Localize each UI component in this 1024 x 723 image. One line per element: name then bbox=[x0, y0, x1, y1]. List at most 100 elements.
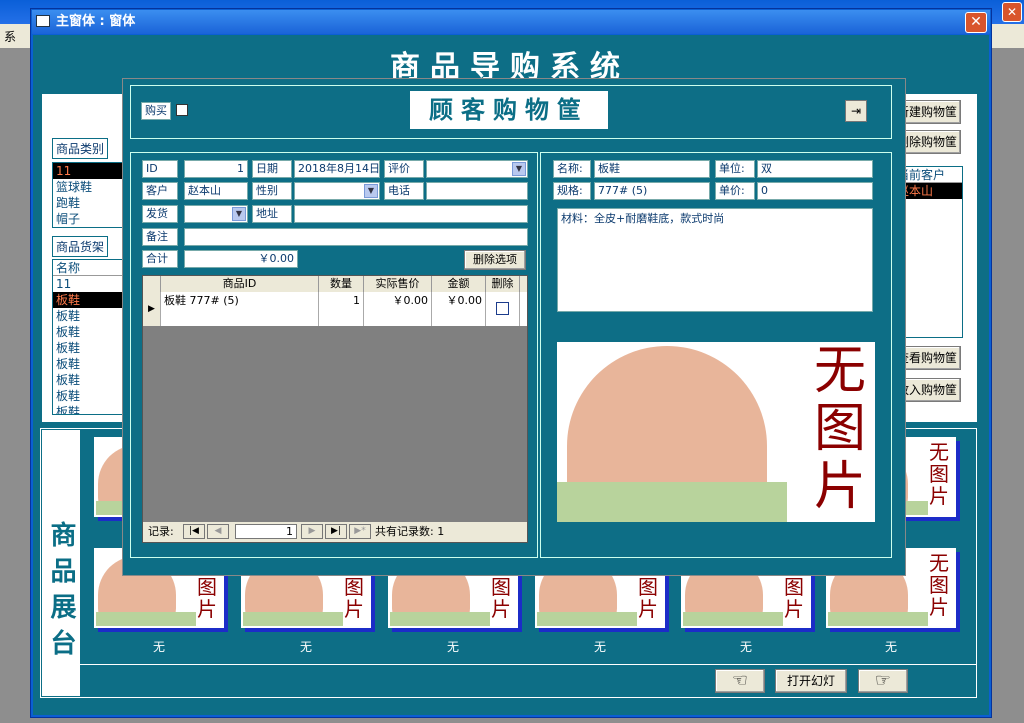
no-image-text: 图片 bbox=[344, 575, 364, 621]
next-record-icon[interactable]: ▶ bbox=[301, 524, 323, 539]
shelf-item[interactable]: 板鞋 bbox=[53, 340, 123, 356]
outer-menu-item[interactable]: 系 bbox=[4, 28, 16, 45]
cell-qty[interactable]: 1 bbox=[319, 292, 364, 326]
record-number-field[interactable]: 1 bbox=[235, 524, 297, 539]
showcase-label: 商品展台 bbox=[42, 430, 80, 696]
ship-label: 发货 bbox=[142, 205, 178, 223]
record-count: 共有记录数: 1 bbox=[375, 525, 445, 538]
shelf-item[interactable]: 板鞋 bbox=[53, 388, 123, 404]
shelf-item[interactable]: 板鞋 bbox=[53, 356, 123, 372]
phone-label: 电话 bbox=[384, 182, 424, 200]
prev-hand-icon[interactable]: ☜ bbox=[715, 669, 765, 693]
showcase-caption: 无 bbox=[299, 640, 312, 654]
unit-field: 双 bbox=[757, 160, 873, 178]
buy-label: 购买 bbox=[141, 102, 171, 120]
shelf-list-header: 名称 bbox=[53, 260, 123, 276]
slideshow-button[interactable]: 打开幻灯 bbox=[775, 669, 847, 693]
note-field[interactable] bbox=[184, 228, 528, 246]
table-row[interactable]: ▶ 板鞋 777# (5) 1 ￥0.00 ￥0.00 bbox=[143, 292, 527, 326]
chevron-down-icon[interactable]: ▼ bbox=[232, 207, 246, 221]
form-icon bbox=[36, 15, 50, 27]
record-selector-icon[interactable]: ▶ bbox=[143, 292, 161, 326]
showcase-caption: 无 bbox=[884, 640, 897, 654]
spec-label: 规格: bbox=[553, 182, 591, 200]
shelf-item[interactable]: 板鞋 bbox=[53, 404, 123, 414]
last-record-icon[interactable]: ▶| bbox=[325, 524, 347, 539]
phone-field[interactable] bbox=[426, 182, 528, 200]
system-title: 商品导购系统 bbox=[390, 50, 630, 85]
nav-label: 记录: bbox=[148, 525, 174, 538]
shelf-item[interactable]: 板鞋 bbox=[53, 372, 123, 388]
no-image-text: 无图片 bbox=[929, 551, 949, 619]
name-label: 名称: bbox=[553, 160, 591, 178]
no-image-text: 无图片 bbox=[813, 342, 866, 517]
gender-select[interactable]: ▼ bbox=[294, 182, 380, 200]
category-item[interactable]: 11 bbox=[53, 163, 123, 179]
cart-title: 顾客购物筐 bbox=[410, 91, 608, 129]
grid-header: 商品ID 数量 实际售价 金额 删除 bbox=[143, 276, 527, 292]
note-label: 备注 bbox=[142, 228, 178, 246]
rating-select[interactable]: ▼ bbox=[426, 160, 528, 178]
shelf-item[interactable]: 11 bbox=[53, 276, 123, 292]
total-field: ￥0.00 bbox=[184, 250, 298, 268]
shelf-list[interactable]: 名称 11 板鞋 板鞋 板鞋 板鞋 板鞋 板鞋 板鞋 板鞋 bbox=[52, 259, 124, 415]
record-navigator: 记录: |◀ ◀ 1 ▶ ▶| ▶* 共有记录数: 1 bbox=[143, 522, 527, 542]
shelf-item[interactable]: 板鞋 bbox=[53, 308, 123, 324]
description-box: 材料：全皮+耐磨鞋底，款式时尚 bbox=[557, 208, 873, 312]
cell-price[interactable]: ￥0.00 bbox=[364, 292, 432, 326]
rating-label: 评价 bbox=[384, 160, 424, 178]
shelf-item[interactable]: 板鞋 bbox=[53, 292, 123, 308]
no-image-text: 图片 bbox=[491, 575, 511, 621]
prev-record-icon[interactable]: ◀ bbox=[207, 524, 229, 539]
outer-close-button[interactable]: ✕ bbox=[1002, 2, 1022, 22]
category-item[interactable]: 跑鞋 bbox=[53, 195, 123, 211]
buy-checkbox[interactable] bbox=[176, 104, 188, 116]
no-image-text: 无图片 bbox=[929, 440, 949, 508]
first-record-icon[interactable]: |◀ bbox=[183, 524, 205, 539]
product-image: 无图片 bbox=[557, 342, 875, 522]
category-label: 商品类别 bbox=[52, 138, 109, 159]
delete-checkbox[interactable] bbox=[496, 302, 509, 315]
category-item[interactable]: 帽子 bbox=[53, 211, 123, 227]
exit-door-icon[interactable]: ⇥ bbox=[845, 100, 867, 122]
cell-product[interactable]: 板鞋 777# (5) bbox=[161, 292, 319, 326]
spec-field: 777# (5) bbox=[594, 182, 710, 200]
category-item[interactable]: 篮球鞋 bbox=[53, 179, 123, 195]
delete-options-button[interactable]: 删除选项 bbox=[464, 250, 526, 270]
price-field: 0 bbox=[757, 182, 873, 200]
id-field[interactable]: 1 bbox=[184, 160, 248, 178]
price-label: 单价: bbox=[715, 182, 755, 200]
grid-col-qty: 数量 bbox=[319, 276, 364, 292]
close-button[interactable]: ✕ bbox=[965, 12, 987, 33]
ship-select[interactable]: ▼ bbox=[184, 205, 248, 223]
no-image-text: 图片 bbox=[638, 575, 658, 621]
date-label: 日期 bbox=[252, 160, 292, 178]
grid-col-product: 商品ID bbox=[161, 276, 319, 292]
chevron-down-icon[interactable]: ▼ bbox=[364, 184, 378, 198]
customer-label: 客户 bbox=[142, 182, 178, 200]
name-field: 板鞋 bbox=[594, 160, 710, 178]
showcase-caption: 无 bbox=[446, 640, 459, 654]
id-label: ID bbox=[142, 160, 178, 178]
customer-field[interactable]: 赵本山 bbox=[184, 182, 248, 200]
showcase-caption: 无 bbox=[739, 640, 752, 654]
cell-amount: ￥0.00 bbox=[432, 292, 486, 326]
unit-label: 单位: bbox=[715, 160, 755, 178]
no-image-text: 图片 bbox=[197, 575, 217, 621]
new-record-icon[interactable]: ▶* bbox=[349, 524, 371, 539]
no-image-text: 图片 bbox=[784, 575, 804, 621]
address-field[interactable] bbox=[294, 205, 528, 223]
next-hand-icon[interactable]: ☞ bbox=[858, 669, 908, 693]
showcase-caption: 无 bbox=[593, 640, 606, 654]
address-label: 地址 bbox=[252, 205, 292, 223]
total-label: 合计 bbox=[142, 250, 178, 268]
grid-col-price: 实际售价 bbox=[364, 276, 432, 292]
gender-label: 性别 bbox=[252, 182, 292, 200]
category-list[interactable]: 11 篮球鞋 跑鞋 帽子 bbox=[52, 162, 124, 228]
shelf-label: 商品货架 bbox=[52, 236, 109, 257]
chevron-down-icon[interactable]: ▼ bbox=[512, 162, 526, 176]
grid-col-delete: 删除 bbox=[486, 276, 520, 292]
shelf-item[interactable]: 板鞋 bbox=[53, 324, 123, 340]
date-field[interactable]: 2018年8月14日 bbox=[294, 160, 380, 178]
grid-col-amount: 金额 bbox=[432, 276, 486, 292]
